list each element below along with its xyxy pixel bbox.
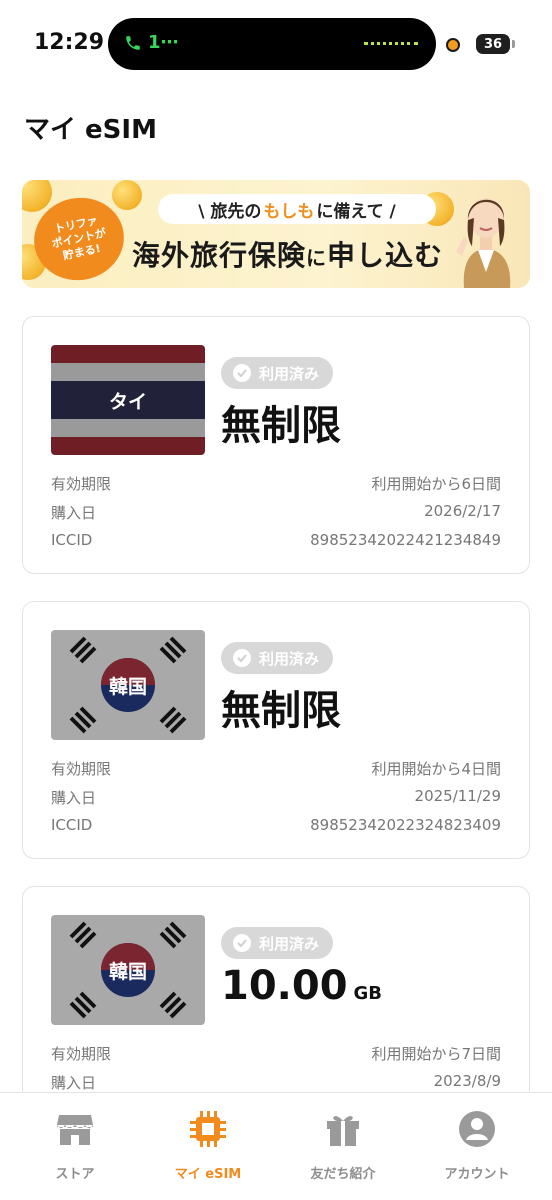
tab-my-esim[interactable]: マイ eSIM	[148, 1109, 268, 1182]
detail-row: 購入日 2026/2/17	[51, 502, 501, 523]
insurance-banner[interactable]: トリファ ポイントが 貯まる! \ 旅先の もしも に備えて / 海外旅行保険に申し…	[22, 180, 530, 288]
detail-row: 有効期限 利用開始から4日間	[51, 758, 501, 779]
row-value: 2023/8/9	[433, 1072, 501, 1090]
privacy-indicator-icon	[446, 38, 460, 52]
detail-row: 有効期限 利用開始から7日間	[51, 1043, 501, 1064]
chip-icon	[190, 1111, 226, 1147]
row-label: 有効期限	[51, 475, 112, 493]
tagline-prefix: \ 旅先の	[198, 201, 262, 222]
row-label: 購入日	[51, 504, 97, 522]
banner-tagline: \ 旅先の もしも に備えて /	[158, 194, 436, 224]
korea-flag-icon: 韓国	[51, 915, 205, 1025]
person-illustration	[456, 198, 511, 288]
row-label: 有効期限	[51, 1045, 112, 1063]
row-value: 利用開始から6日間	[371, 475, 501, 493]
status-label: 利用済み	[259, 934, 320, 953]
status-badge: 利用済み	[221, 357, 334, 389]
row-value: 利用開始から4日間	[371, 760, 501, 778]
detail-row: ICCID 89852342022421234849	[51, 531, 501, 549]
check-icon	[233, 364, 251, 382]
row-label: 有効期限	[51, 760, 112, 778]
tab-label: 友だち紹介	[310, 1167, 376, 1182]
status-label: 利用済み	[259, 364, 320, 383]
tab-bar: ストア マイ eSIM 友だち紹介 アカウント	[0, 1092, 552, 1200]
store-icon	[57, 1115, 93, 1145]
data-plan: 10.00 GB	[221, 963, 382, 1009]
status-label: 利用済み	[259, 649, 320, 668]
coin-icon	[112, 180, 142, 210]
tab-label: ストア	[55, 1167, 95, 1182]
detail-row: 有効期限 利用開始から6日間	[51, 473, 501, 494]
detail-row: 購入日 2025/11/29	[51, 787, 501, 808]
battery-level: 36	[483, 36, 503, 52]
account-icon	[459, 1111, 495, 1147]
check-icon	[233, 649, 251, 667]
row-value: 利用開始から7日間	[371, 1045, 501, 1063]
row-value: 2026/2/17	[424, 502, 501, 520]
tab-label: アカウント	[444, 1167, 510, 1182]
check-icon	[233, 934, 251, 952]
row-value: 2025/11/29	[414, 787, 501, 805]
page-title: マイ eSIM	[24, 115, 157, 145]
battery-icon: 36	[476, 34, 510, 54]
tagline-highlight: もしも	[263, 201, 315, 222]
esim-card[interactable]: タイ 利用済み 無制限 有効期限 利用開始から6日間 購入日 2026/2/17 I…	[22, 316, 530, 574]
battery-cap	[512, 40, 515, 48]
korea-flag-icon: 韓国	[51, 630, 205, 740]
status-time: 12:29	[34, 30, 105, 55]
country-label: 韓国	[108, 676, 147, 698]
call-count: 1⋯	[148, 32, 179, 53]
status-badge: 利用済み	[221, 927, 334, 959]
detail-row: 購入日 2023/8/9	[51, 1072, 501, 1093]
call-indicator: 1⋯	[124, 32, 179, 53]
tab-referral[interactable]: 友だち紹介	[283, 1109, 403, 1182]
esim-card[interactable]: 韓国 利用済み 無制限 有効期限 利用開始から4日間 購入日 2025/11/29 …	[22, 601, 530, 859]
headline-part: 海外旅行保険	[132, 239, 307, 272]
country-label: 韓国	[108, 961, 147, 983]
data-plan: 無制限	[221, 678, 341, 736]
plan-amount: 10.00	[221, 963, 348, 1009]
plan-amount: 無制限	[221, 403, 341, 449]
plan-amount: 無制限	[221, 688, 341, 734]
row-value: 89852342022324823409	[310, 816, 501, 834]
status-badge: 利用済み	[221, 642, 334, 674]
headline-part: に	[306, 246, 328, 270]
tab-store[interactable]: ストア	[15, 1109, 135, 1182]
plan-unit: GB	[353, 983, 383, 1004]
country-label: タイ	[108, 391, 147, 413]
row-label: ICCID	[51, 816, 93, 834]
row-value: 89852342022421234849	[310, 531, 501, 549]
tab-label: マイ eSIM	[174, 1167, 242, 1182]
detail-row: ICCID 89852342022324823409	[51, 816, 501, 834]
row-label: 購入日	[51, 789, 97, 807]
tab-account[interactable]: アカウント	[417, 1109, 537, 1182]
row-label: 購入日	[51, 1074, 97, 1092]
row-label: ICCID	[51, 531, 93, 549]
audio-waveform-icon	[364, 42, 418, 46]
phone-icon	[126, 35, 140, 50]
banner-headline: 海外旅行保険に申し込む	[132, 234, 443, 274]
status-bar: 12:29 1⋯ 36	[0, 0, 552, 92]
coin-icon	[22, 180, 52, 212]
gift-icon	[327, 1116, 359, 1146]
headline-part: 申し込む	[327, 239, 444, 272]
data-plan: 無制限	[221, 393, 341, 451]
thailand-flag-icon: タイ	[51, 345, 205, 455]
tagline-suffix: に備えて /	[316, 201, 396, 222]
dynamic-island[interactable]: 1⋯	[108, 18, 436, 70]
